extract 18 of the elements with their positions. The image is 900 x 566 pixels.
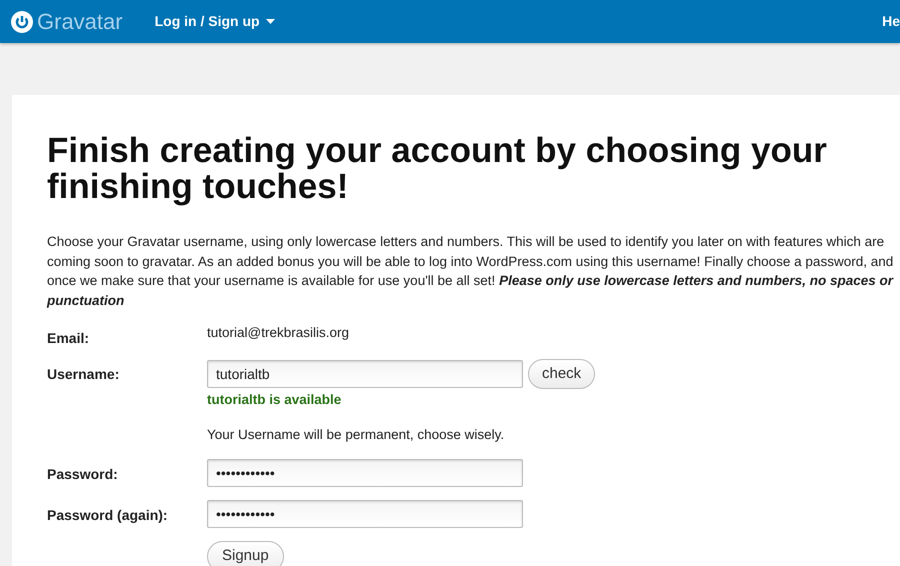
field-label: Password: (47, 464, 119, 484)
signup-button[interactable]: Signup (207, 540, 284, 566)
page-heading: Finish creating your account by choosing your finishing touches! (47, 133, 828, 205)
availability-message: tutorialtb is available (207, 391, 342, 409)
power-icon (11, 10, 33, 32)
input-field[interactable]: •••••••••••• (207, 500, 523, 528)
nav-link[interactable]: He (882, 11, 900, 32)
input-field[interactable]: tutorialtb (207, 360, 523, 388)
login-menu[interactable]: Log in / Sign up (154, 11, 275, 32)
intro-paragraph: Choose your Gravatar username, using only lowercase letters and numbers. This will be used to identify you later on with features which are coming soon to gravatar. As an added bonus you will be able to log into WordPress.com using this username! Finally choose a password, and once we make sure that your username is available for use you'll be all set! Please only use lowercase letters and numbers, no spaces or punctuation (47, 233, 894, 310)
field-label: Email: (47, 329, 90, 348)
field-label: Username: (47, 365, 120, 384)
check-button[interactable]: check (528, 359, 596, 389)
email-value: tutorial@trekbrasilis.org (207, 324, 350, 342)
field-label: Password (again): (47, 506, 169, 525)
caret-icon (266, 19, 275, 24)
hint-text: Your Username will be permanent, choose wisely. (207, 426, 506, 444)
input-field[interactable]: •••••••••••• (207, 458, 523, 486)
